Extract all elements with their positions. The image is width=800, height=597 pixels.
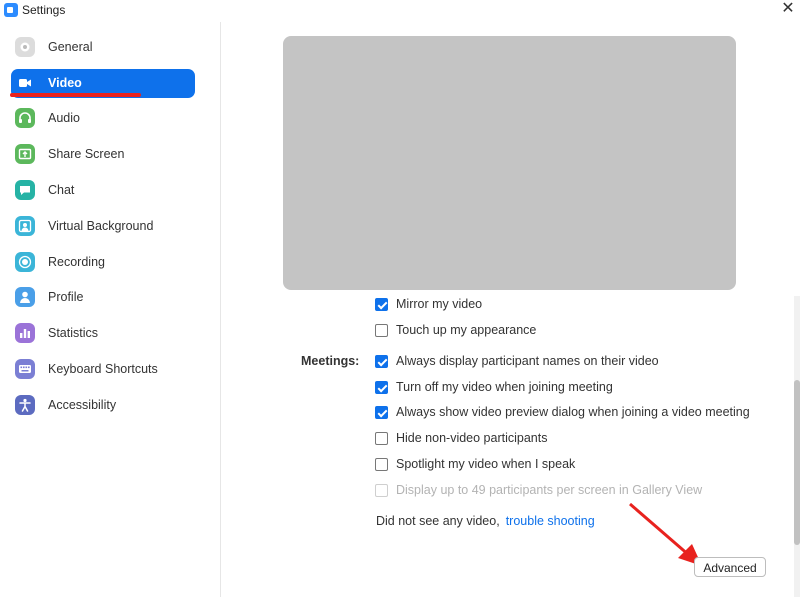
- touch-up-checkbox[interactable]: [375, 324, 388, 337]
- bar-chart-icon: [15, 323, 35, 343]
- video-preview: [283, 36, 736, 290]
- video-preview-dialog-checkbox[interactable]: [375, 406, 388, 419]
- option-label: Spotlight my video when I speak: [396, 457, 576, 471]
- option-label: Hide non-video participants: [396, 431, 548, 445]
- scroll-clip-mask: [283, 290, 793, 296]
- accessibility-icon: [15, 395, 35, 415]
- sidebar-item-general[interactable]: General: [11, 33, 195, 62]
- gear-icon: [15, 37, 35, 57]
- option-label: Mirror my video: [396, 297, 483, 311]
- display-names-checkbox[interactable]: [375, 355, 388, 368]
- option-label: Touch up my appearance: [396, 323, 537, 337]
- gallery-49-checkbox: [375, 484, 388, 497]
- window-title: Settings: [22, 3, 66, 17]
- sidebar-item-label: Audio: [48, 111, 80, 125]
- sidebar-item-profile[interactable]: Profile: [11, 283, 195, 312]
- zoom-app-icon: [4, 3, 18, 17]
- video-camera-icon: [15, 73, 35, 93]
- sidebar-item-label: Recording: [48, 255, 105, 269]
- sidebar-item-statistics[interactable]: Statistics: [11, 319, 195, 348]
- sidebar-item-label: Share Screen: [48, 147, 125, 161]
- sidebar-item-virtual-background[interactable]: Virtual Background: [11, 212, 195, 241]
- video-settings-panel: [221, 22, 800, 597]
- sidebar-item-label: Video: [48, 76, 82, 90]
- option-label: Display up to 49 participants per screen…: [396, 483, 703, 497]
- title-bar: Settings ✕: [0, 0, 800, 20]
- turn-off-video-checkbox[interactable]: [375, 381, 388, 394]
- sidebar-item-label: General: [48, 40, 93, 54]
- sidebar-item-label: Profile: [48, 290, 84, 304]
- hide-non-video-checkbox[interactable]: [375, 432, 388, 445]
- advanced-button[interactable]: Advanced: [694, 557, 766, 577]
- sidebar-item-label: Statistics: [48, 326, 99, 340]
- meetings-section-label: Meetings:: [301, 354, 360, 368]
- mirror-video-checkbox[interactable]: [375, 298, 388, 311]
- sidebar-item-audio[interactable]: Audio: [11, 104, 195, 133]
- share-screen-icon: [15, 144, 35, 164]
- keyboard-icon: [15, 359, 35, 379]
- sidebar-item-chat[interactable]: Chat: [11, 176, 195, 205]
- sidebar-item-label: Accessibility: [48, 398, 117, 412]
- troubleshoot-help: Did not see any video, trouble shooting: [376, 514, 595, 528]
- spotlight-video-checkbox[interactable]: [375, 458, 388, 471]
- trouble-shooting-link[interactable]: trouble shooting: [506, 514, 595, 528]
- option-label: Always display participant names on thei…: [396, 354, 659, 368]
- sidebar-item-label: Virtual Background: [48, 219, 154, 233]
- scrollbar-thumb[interactable]: [794, 380, 800, 545]
- sidebar-item-share-screen[interactable]: Share Screen: [11, 140, 195, 169]
- sidebar-item-accessibility[interactable]: Accessibility: [11, 391, 195, 420]
- help-text: Did not see any video,: [376, 514, 500, 528]
- sidebar-item-label: Chat: [48, 183, 75, 197]
- person-icon: [15, 287, 35, 307]
- chat-bubble-icon: [15, 180, 35, 200]
- sidebar-item-label: Keyboard Shortcuts: [48, 362, 158, 376]
- sidebar-item-recording[interactable]: Recording: [11, 248, 195, 277]
- option-label: Turn off my video when joining meeting: [396, 380, 613, 394]
- close-icon[interactable]: ✕: [778, 0, 798, 20]
- sidebar-item-keyboard-shortcuts[interactable]: Keyboard Shortcuts: [11, 355, 195, 384]
- option-label: Always show video preview dialog when jo…: [396, 405, 750, 419]
- annotation-underline: [10, 93, 141, 97]
- record-icon: [15, 252, 35, 272]
- person-background-icon: [15, 216, 35, 236]
- headphones-icon: [15, 108, 35, 128]
